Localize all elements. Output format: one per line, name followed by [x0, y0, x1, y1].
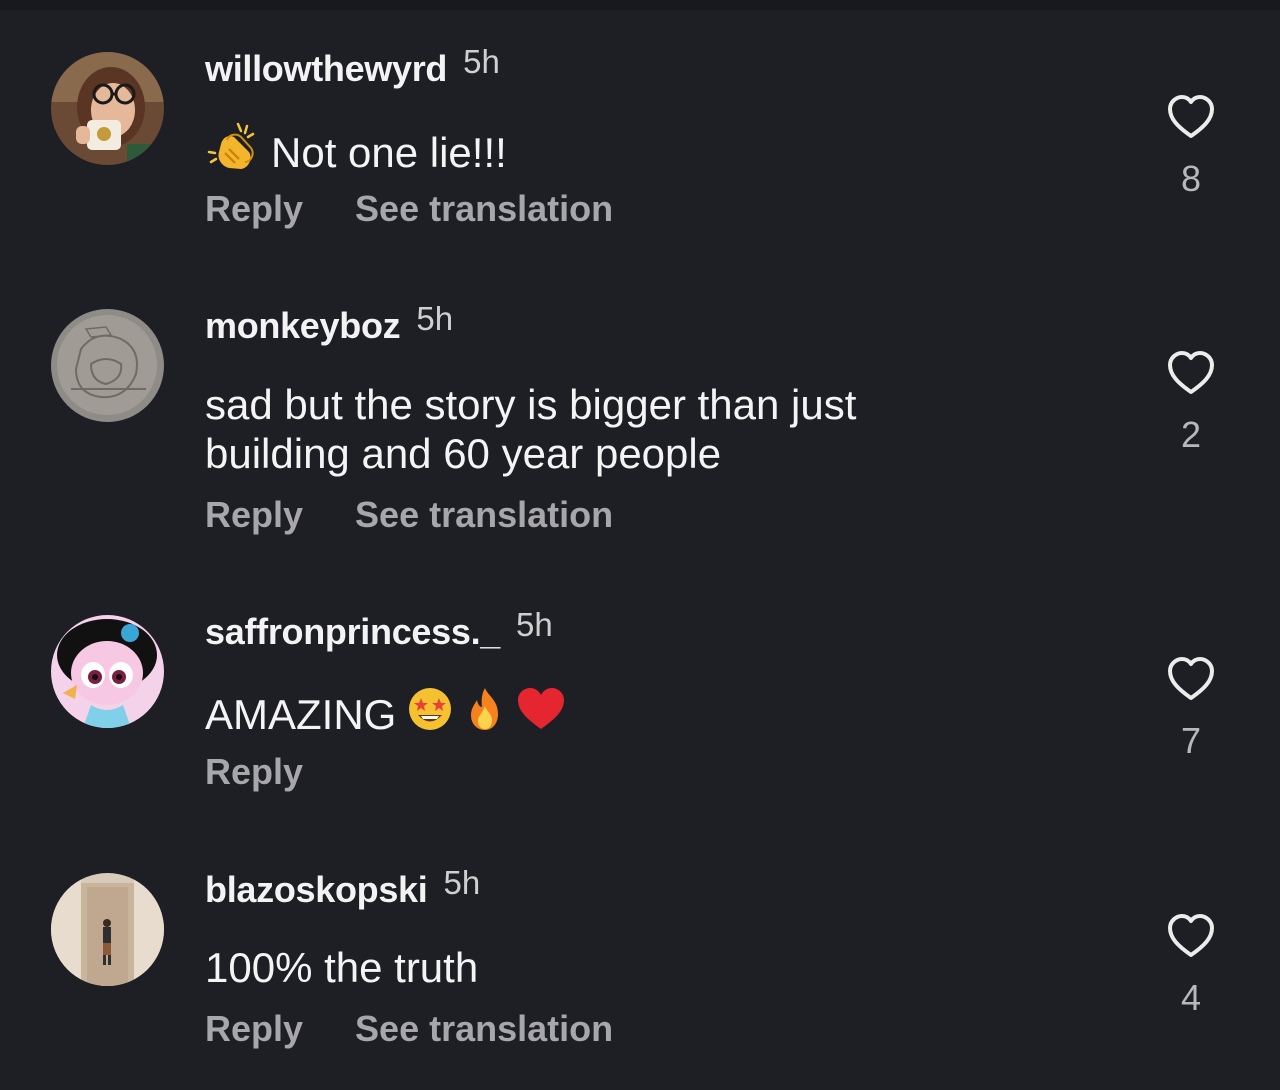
clapping-hands-emoji-icon — [205, 122, 257, 182]
heart-outline-icon[interactable] — [1166, 913, 1216, 959]
avatar[interactable] — [51, 873, 164, 986]
like-control[interactable]: 7 — [1165, 656, 1217, 762]
comment-username[interactable]: willowthewyrd — [205, 48, 447, 90]
comment-username[interactable]: blazoskopski — [205, 869, 428, 911]
see-translation-button[interactable]: See translation — [355, 188, 613, 230]
like-control[interactable]: 4 — [1165, 913, 1217, 1019]
comment-timestamp: 5h — [443, 864, 481, 901]
top-divider — [0, 0, 1280, 10]
heart-outline-icon[interactable] — [1166, 94, 1216, 140]
like-count: 2 — [1180, 414, 1202, 455]
like-control[interactable]: 2 — [1165, 350, 1217, 456]
comment-timestamp: 5h — [463, 43, 500, 80]
comment-text: Not one lie!!! — [205, 122, 1105, 182]
reply-button[interactable]: Reply — [205, 188, 303, 230]
like-count: 8 — [1180, 158, 1202, 199]
comment-username[interactable]: saffronprincess._ — [205, 611, 500, 653]
avatar[interactable] — [51, 615, 164, 728]
like-control[interactable]: 8 — [1165, 94, 1217, 200]
like-count: 7 — [1180, 720, 1202, 761]
comment-text-content: 100% the truth — [205, 944, 479, 991]
reply-button[interactable]: Reply — [205, 1008, 303, 1050]
red-heart-emoji-icon — [516, 687, 566, 741]
comment-text: sad but the story is bigger than just bu… — [205, 380, 965, 478]
comment-timestamp: 5h — [416, 300, 454, 337]
like-count: 4 — [1180, 977, 1202, 1018]
heart-outline-icon[interactable] — [1166, 350, 1216, 396]
reply-button[interactable]: Reply — [205, 494, 303, 536]
comment-timestamp: 5h — [516, 606, 553, 643]
see-translation-button[interactable]: See translation — [355, 494, 613, 536]
comment-text-content: Not one lie!!! — [271, 128, 507, 176]
comment-text-content: sad but the story is bigger than just bu… — [205, 381, 857, 477]
star-struck-emoji-icon — [406, 686, 454, 742]
comment-text-content: AMAZING — [205, 690, 397, 738]
fire-emoji-icon — [464, 686, 506, 742]
see-translation-button[interactable]: See translation — [355, 1008, 613, 1050]
comment-username[interactable]: monkeyboz — [205, 305, 401, 347]
reply-button[interactable]: Reply — [205, 751, 303, 793]
comment-text: 100% the truth — [205, 943, 1105, 992]
heart-outline-icon[interactable] — [1166, 656, 1216, 702]
avatar[interactable] — [51, 309, 164, 422]
comment-text: AMAZING — [205, 686, 1105, 742]
avatar[interactable] — [51, 52, 164, 165]
